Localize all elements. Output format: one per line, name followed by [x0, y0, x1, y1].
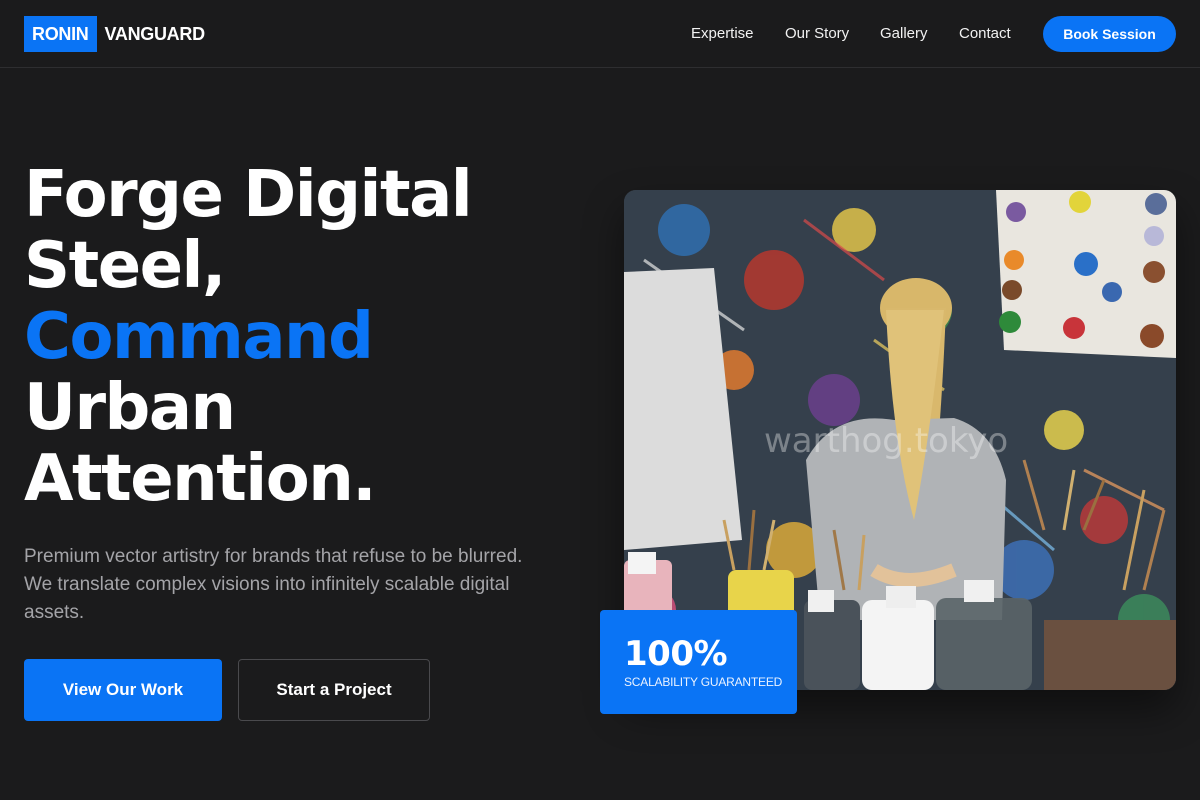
headline-line: Attention. — [24, 442, 377, 516]
main-nav: Expertise Our Story Gallery Contact — [0, 16, 1200, 52]
stat-value: 100% — [624, 634, 728, 674]
headline-line: Forge Digital — [24, 158, 473, 232]
headline-accent: Command — [24, 300, 374, 374]
headline-line: Steel, — [24, 229, 226, 303]
nav-item-expertise[interactable]: Expertise — [691, 25, 754, 42]
headline-line: Urban — [24, 371, 236, 445]
nav-item-gallery[interactable]: Gallery — [880, 25, 928, 42]
stat-card: 100% SCALABILITY GUARANTEED — [600, 610, 797, 714]
hero-subtext: Premium vector artistry for brands that … — [24, 546, 523, 623]
site-header: RONIN VANGUARD Expertise Our Story Galle… — [0, 0, 1200, 68]
hero-headline: Forge Digital Steel, Command Urban Atten… — [24, 160, 584, 515]
image-watermark: warthog.tokyo — [764, 421, 1008, 461]
view-our-work-button[interactable]: View Our Work — [24, 659, 222, 721]
stat-label: SCALABILITY GUARANTEED — [624, 675, 783, 689]
nav-item-our-story[interactable]: Our Story — [785, 25, 849, 42]
book-session-button[interactable]: Book Session — [1043, 16, 1176, 52]
nav-item-contact[interactable]: Contact — [959, 25, 1011, 42]
start-a-project-button[interactable]: Start a Project — [238, 659, 430, 721]
